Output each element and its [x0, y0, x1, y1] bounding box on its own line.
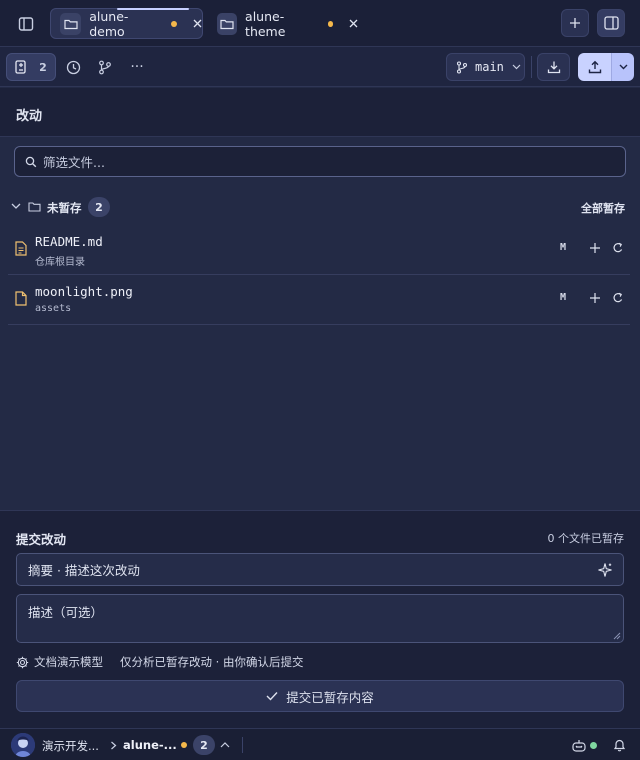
unstaged-group-header[interactable]: 未暂存 2 全部暂存 [0, 196, 640, 218]
file-path: 仓库根目录 [35, 257, 85, 268]
file-row[interactable]: README.md 仓库根目录 M [8, 225, 630, 275]
close-icon[interactable] [349, 19, 358, 28]
description-placeholder: 描述（可选） [28, 605, 104, 620]
chevron-right-icon [111, 741, 117, 750]
status-bar: 演示开发... alune-... 2 [0, 728, 640, 760]
commit-description-input[interactable]: 描述（可选） [16, 594, 624, 643]
tab-alune-demo[interactable]: alune-demo [50, 8, 203, 39]
file-icon [15, 291, 27, 306]
file-text-icon [15, 241, 27, 256]
right-panel-toggle-button[interactable] [597, 9, 625, 37]
chevron-up-icon [220, 742, 230, 748]
staged-count: 0 个文件已暂存 [547, 532, 625, 545]
bell-icon [613, 739, 626, 752]
modified-dot [327, 20, 333, 27]
tab-label: alune-demo [89, 8, 129, 39]
unstaged-count-badge: 2 [88, 197, 110, 217]
upload-icon [588, 60, 601, 74]
tab-label: alune-theme [245, 8, 286, 39]
revert-icon [613, 292, 623, 303]
plus-icon [570, 18, 580, 28]
file-row[interactable]: moonlight.png assets M [8, 275, 630, 325]
chevron-down-icon [619, 64, 627, 70]
commit-button-label: 提交已暂存内容 [286, 689, 374, 705]
divider [242, 737, 243, 753]
discard-file-button[interactable] [612, 242, 624, 254]
revert-icon [613, 242, 623, 253]
file-diff-icon [15, 60, 26, 74]
commit-staged-button[interactable]: 提交已暂存内容 [16, 680, 624, 712]
changes-header: 改动 [0, 88, 640, 137]
search-icon [25, 156, 37, 167]
commit-summary-input[interactable]: 摘要 · 描述这次改动 [16, 553, 624, 586]
modified-dot [171, 20, 177, 27]
gear-icon [16, 656, 29, 668]
folder-icon [60, 12, 82, 35]
workspace-name[interactable]: 演示开发... [42, 738, 99, 754]
download-icon [547, 61, 560, 74]
modified-dot [181, 742, 187, 748]
sparkle-icon[interactable] [597, 562, 613, 578]
filter-placeholder: 筛选文件... [43, 155, 105, 170]
commit-panel: 提交改动 0 个文件已暂存 摘要 · 描述这次改动 描述（可选） 文档演示模型 … [0, 510, 640, 728]
section-title: 改动 [16, 109, 43, 124]
panel-right-icon [603, 16, 619, 30]
sidebar-toggle-icon[interactable] [14, 12, 38, 36]
summary-placeholder: 摘要 · 描述这次改动 [28, 563, 140, 578]
folder-icon [217, 12, 238, 35]
plus-icon [590, 243, 600, 253]
divider [531, 56, 532, 78]
history-icon[interactable] [64, 58, 82, 76]
model-selector[interactable]: 文档演示模型 [34, 654, 103, 670]
chevron-down-icon [512, 64, 521, 70]
pull-button[interactable] [537, 53, 570, 81]
file-name: moonlight.png [35, 284, 133, 299]
push-options-button[interactable] [611, 53, 634, 81]
branch-selector[interactable]: main [446, 53, 525, 81]
avatar[interactable] [11, 733, 35, 757]
close-icon[interactable] [193, 19, 202, 28]
file-path: assets [35, 303, 72, 314]
branch-icon [456, 60, 468, 74]
check-icon [266, 692, 278, 701]
git-toolbar: 2 ··· main [0, 47, 640, 87]
stage-file-button[interactable] [589, 292, 601, 304]
discard-file-button[interactable] [612, 292, 624, 304]
unstaged-label: 未暂存 [47, 201, 82, 215]
branch-name: main [475, 60, 504, 74]
online-status-dot [590, 742, 597, 749]
file-status-badge: M [560, 242, 567, 253]
stage-file-button[interactable] [589, 242, 601, 254]
model-row: 文档演示模型 仅分析已暂存改动 · 由你确认后提交 [16, 654, 303, 670]
stage-all-button[interactable]: 全部暂存 [581, 200, 625, 216]
plus-icon [590, 293, 600, 303]
file-status-badge: M [560, 292, 567, 303]
changes-view-button[interactable]: 2 [6, 53, 56, 81]
tab-alune-theme[interactable]: alune-theme [208, 8, 358, 39]
changes-count: 2 [39, 60, 47, 74]
commit-title: 提交改动 [16, 532, 67, 547]
file-name: README.md [35, 234, 103, 249]
status-count-badge: 2 [193, 735, 215, 755]
tab-bar: alune-demo alune-theme [0, 0, 640, 47]
repo-name[interactable]: alune-... [123, 738, 177, 752]
filter-files-input[interactable]: 筛选文件... [14, 146, 626, 177]
new-tab-button[interactable] [561, 9, 589, 37]
ai-assistant-icon [572, 740, 586, 752]
push-button[interactable] [578, 53, 611, 81]
resize-handle-icon [613, 632, 621, 640]
model-note: 仅分析已暂存改动 · 由你确认后提交 [120, 655, 304, 669]
chevron-down-icon[interactable] [11, 203, 21, 210]
more-icon[interactable]: ··· [128, 58, 146, 76]
branch-icon[interactable] [96, 58, 114, 76]
folder-icon [28, 201, 41, 212]
